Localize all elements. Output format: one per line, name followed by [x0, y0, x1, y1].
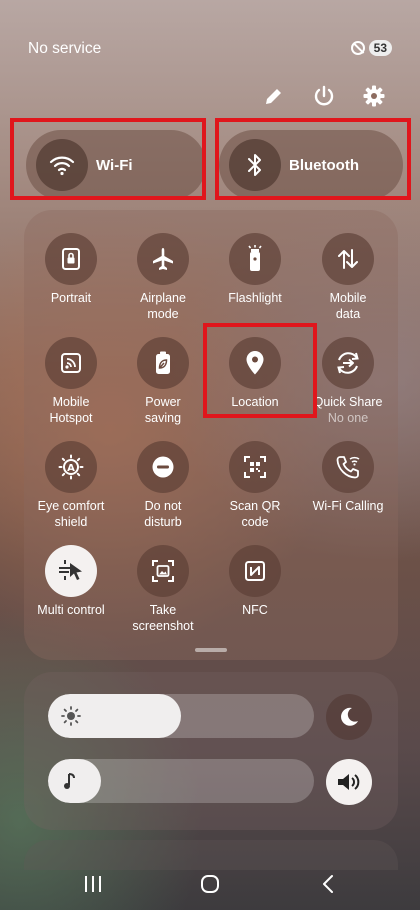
sliders-panel [24, 672, 398, 830]
power-button[interactable] [312, 84, 336, 108]
home-button[interactable] [195, 872, 225, 896]
settings-button[interactable] [362, 84, 386, 108]
recents-icon [85, 876, 101, 892]
pencil-icon [266, 89, 281, 104]
wifi-calling-label: Wi-Fi Calling [312, 499, 384, 513]
do-not-disturb-label: Do not disturb [144, 499, 182, 529]
sound-mode-button[interactable] [326, 759, 372, 805]
quick-share-icon [322, 337, 374, 389]
mobile-data-label: Mobile data [329, 291, 367, 321]
brightness-sun-icon [61, 706, 81, 726]
multi-control-icon [45, 545, 97, 597]
back-button[interactable] [313, 872, 343, 896]
nfc-icon [229, 545, 281, 597]
take-screenshot-tile[interactable]: Take screenshot [113, 545, 213, 634]
multi-control-tile[interactable]: Multi control [21, 545, 121, 618]
qr-code-icon [229, 441, 281, 493]
flashlight-label: Flashlight [228, 291, 282, 305]
portrait-label: Portrait [50, 291, 92, 305]
airplane-icon [137, 233, 189, 285]
music-note-icon [64, 773, 75, 789]
media-volume-slider[interactable] [48, 759, 314, 803]
airplane-mode-tile[interactable]: Airplane mode [113, 233, 213, 322]
scan-qr-tile[interactable]: Scan QR code [205, 441, 305, 530]
power-icon [314, 85, 334, 106]
speaker-icon [338, 774, 360, 790]
location-highlight-box [203, 323, 317, 418]
battery-leaf-icon [137, 337, 189, 389]
nfc-label: NFC [242, 603, 268, 617]
power-saving-label: Power saving [144, 395, 182, 425]
portrait-lock-icon [45, 233, 97, 285]
home-icon [201, 875, 219, 893]
mobile-data-tile[interactable]: Mobile data [298, 233, 398, 322]
nfc-tile[interactable]: NFC [205, 545, 305, 618]
back-chevron-icon [323, 875, 333, 893]
gear-icon [363, 85, 385, 107]
mobile-hotspot-label: Mobile Hotspot [49, 395, 93, 425]
power-saving-tile[interactable]: Power saving [113, 337, 213, 426]
edit-button[interactable] [262, 84, 286, 108]
carrier-text: No service [28, 40, 102, 57]
screenshot-icon [137, 545, 189, 597]
do-not-disturb-tile[interactable]: Do not disturb [113, 441, 213, 530]
eye-comfort-icon: A [45, 441, 97, 493]
airplane-mode-label: Airplane mode [140, 291, 186, 321]
bluetooth-highlight-box [215, 118, 411, 200]
wifi-calling-tile[interactable]: Wi-Fi Calling [298, 441, 398, 514]
scan-qr-label: Scan QR code [229, 499, 281, 529]
brightness-slider[interactable] [48, 694, 314, 738]
wifi-calling-icon [322, 441, 374, 493]
flashlight-tile[interactable]: Flashlight [205, 233, 305, 306]
quick-panel-actions [262, 84, 386, 108]
take-screenshot-label: Take screenshot [132, 603, 194, 633]
eye-comfort-label: Eye comfort shield [37, 499, 105, 529]
navigation-bar [0, 858, 420, 910]
quick-settings-panel: Portrait Airplane mode Flashlight Mobile… [24, 210, 398, 660]
eye-comfort-tile[interactable]: A Eye comfort shield [21, 441, 121, 530]
panel-drag-handle[interactable] [195, 648, 227, 652]
svg-text:A: A [67, 463, 75, 474]
do-not-disturb-icon [137, 441, 189, 493]
wifi-highlight-box [10, 118, 206, 200]
status-bar: No service 53 [28, 40, 392, 62]
data-arrows-icon [322, 233, 374, 285]
dark-mode-button[interactable] [326, 694, 372, 740]
moon-icon [341, 707, 358, 726]
mobile-hotspot-tile[interactable]: Mobile Hotspot [21, 337, 121, 426]
hotspot-icon [45, 337, 97, 389]
dnd-status-icon [350, 41, 365, 55]
multi-control-label: Multi control [37, 603, 105, 617]
battery-badge: 53 [368, 40, 392, 56]
status-icons: 53 [350, 40, 392, 56]
portrait-tile[interactable]: Portrait [21, 233, 121, 306]
recents-button[interactable] [78, 872, 108, 896]
flashlight-icon [229, 233, 281, 285]
